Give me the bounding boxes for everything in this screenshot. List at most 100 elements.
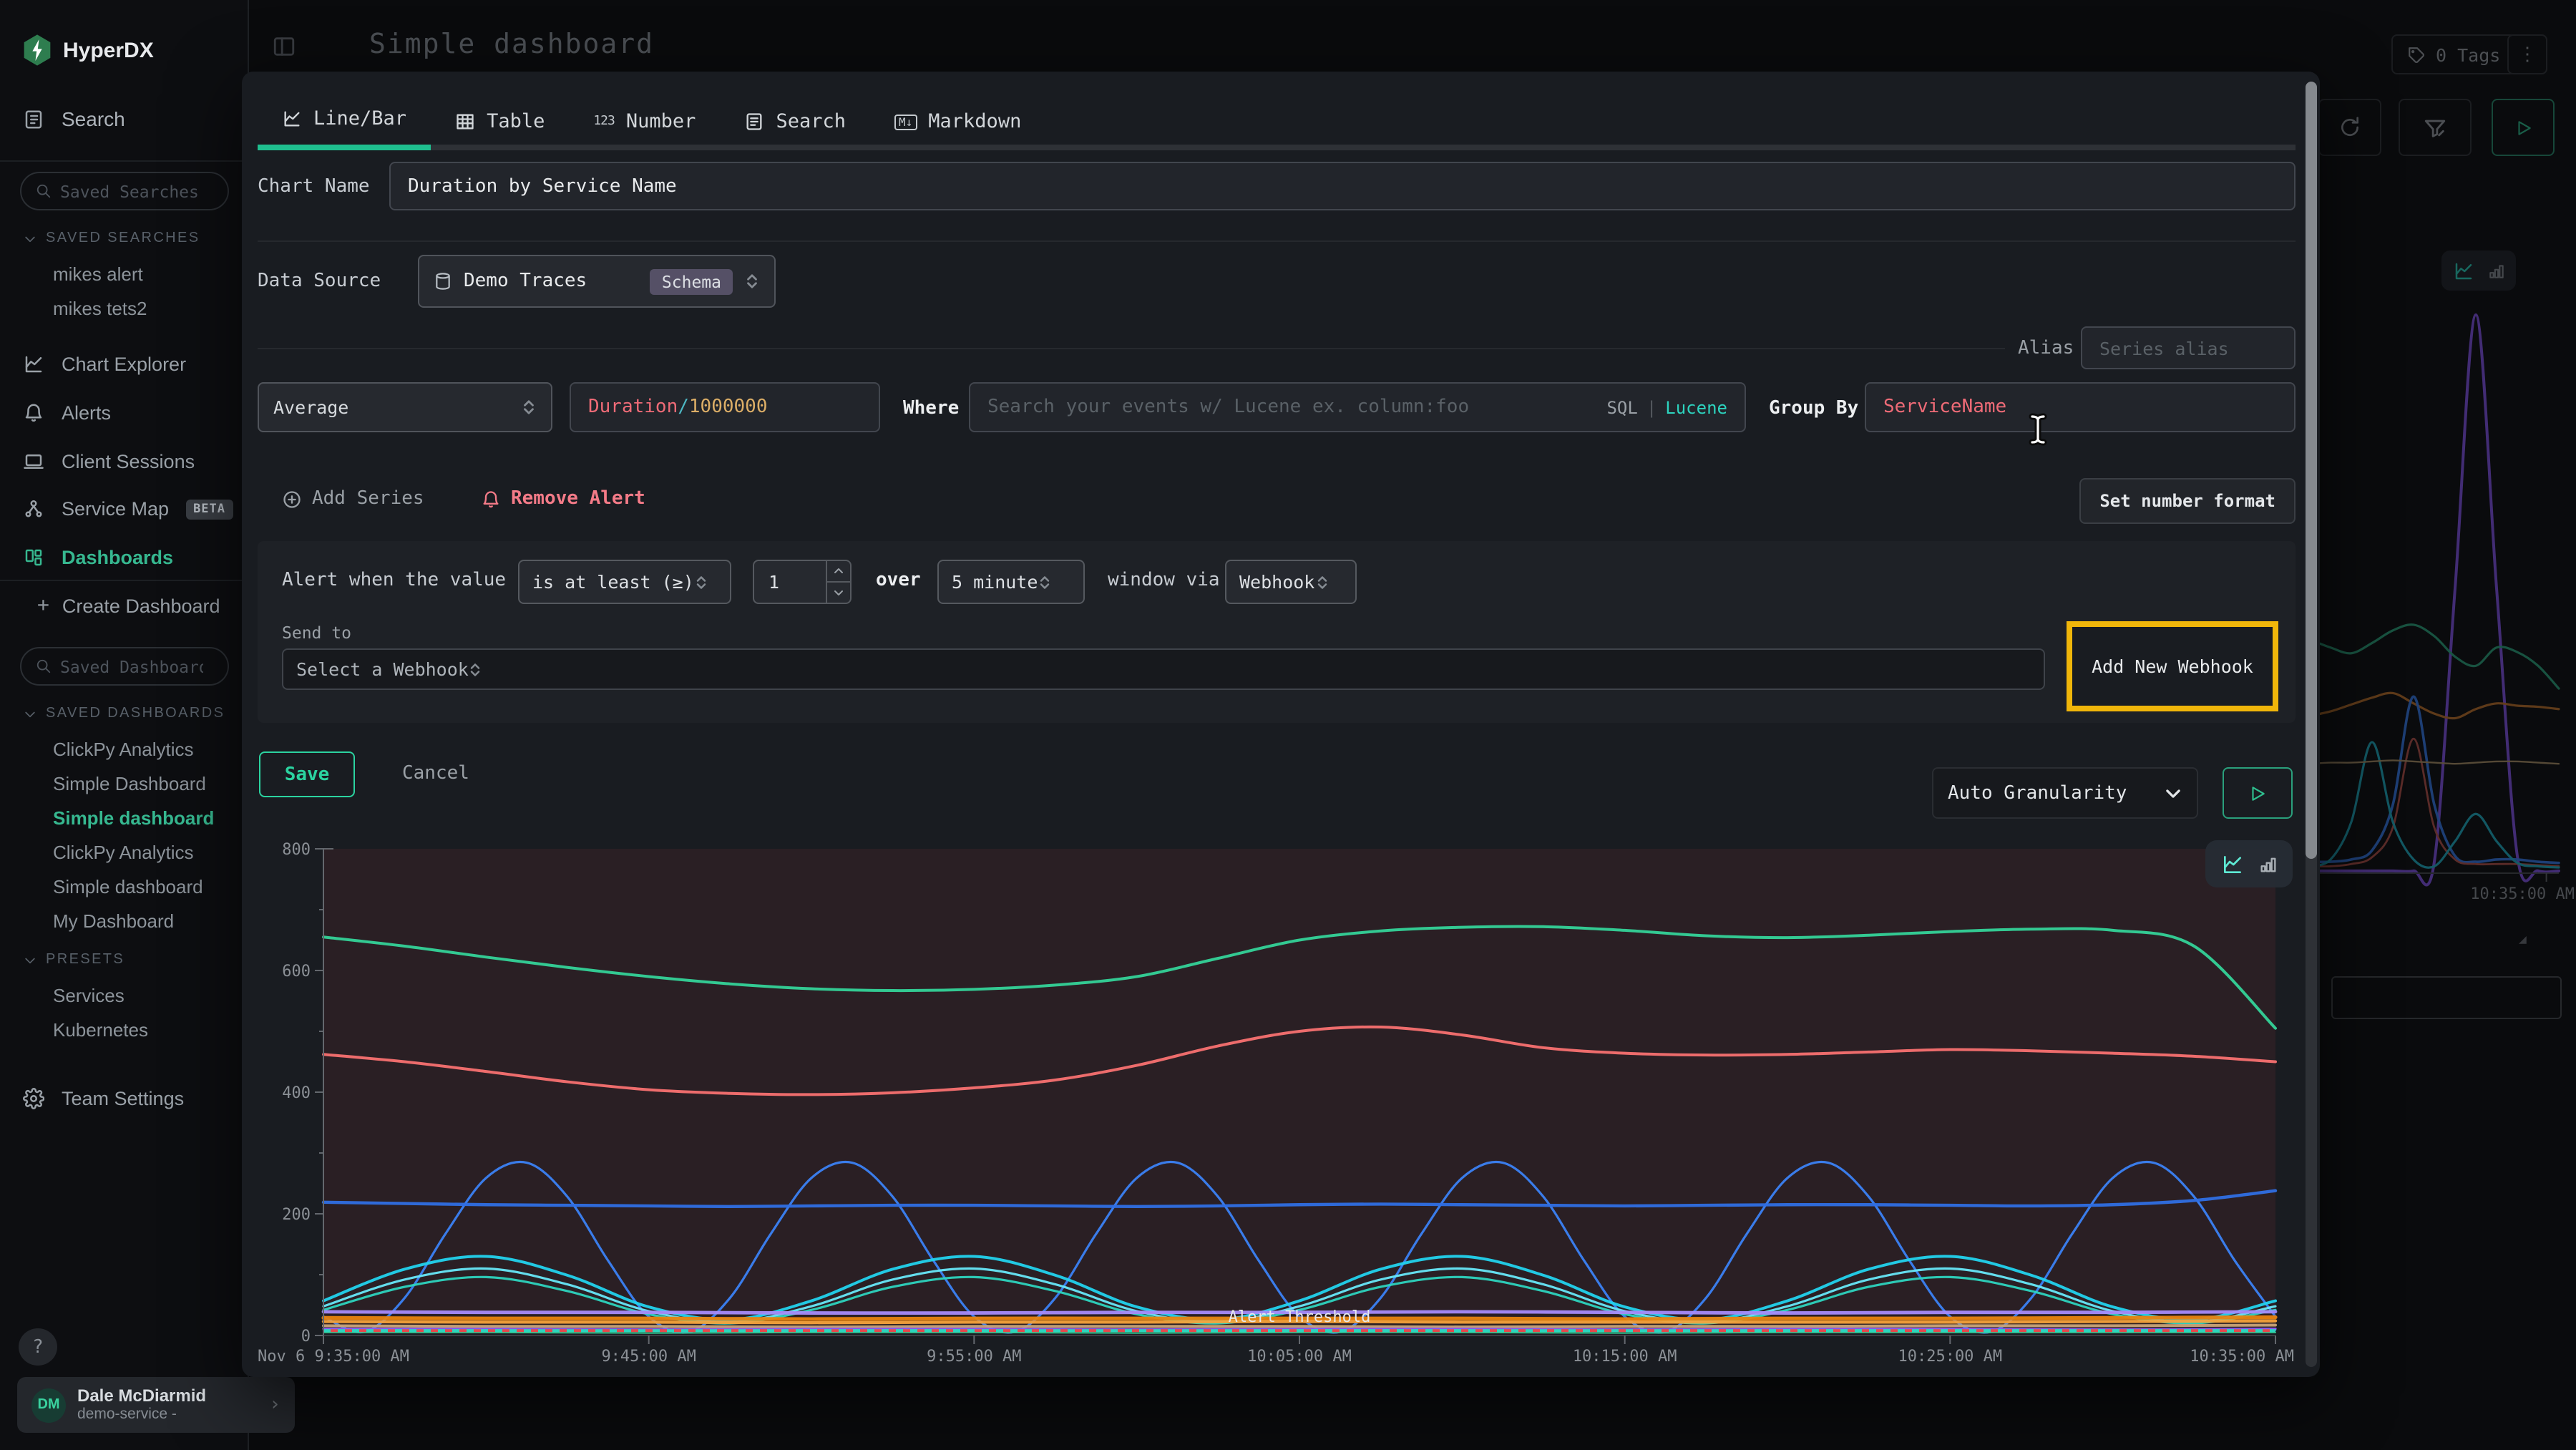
sql-mode-toggle[interactable]: SQL <box>1606 397 1637 417</box>
data-source-value: Demo Traces <box>464 271 639 292</box>
tab-markdown[interactable]: M↓ Markdown <box>870 93 1045 150</box>
dashboards-icon <box>23 547 44 568</box>
run-chart-button[interactable] <box>2223 767 2293 819</box>
dashboard-item[interactable]: ClickPy Analytics <box>53 842 194 863</box>
user-card[interactable]: DM Dale McDiarmid demo-service - › <box>17 1377 295 1433</box>
svg-text:9:45:00 AM: 9:45:00 AM <box>601 1348 696 1366</box>
chevron-right-icon: › <box>269 1394 280 1416</box>
webhook-select[interactable]: Select a Webhook <box>282 648 2045 690</box>
alert-threshold-value: 1 <box>754 561 826 603</box>
sidebar-item-search[interactable]: Search <box>0 107 249 130</box>
svg-text:0: 0 <box>301 1328 311 1346</box>
over-label: over <box>876 570 921 591</box>
send-to-label: Send to <box>282 623 351 643</box>
sidebar-item-dashboards[interactable]: Dashboards <box>0 547 249 568</box>
help-button[interactable]: ? <box>19 1328 57 1366</box>
webhook-placeholder: Select a Webhook <box>296 658 469 680</box>
create-dashboard-label: Create Dashboard <box>62 595 220 616</box>
chevron-down-icon <box>23 706 37 721</box>
sidebar-item-label: Chart Explorer <box>62 354 186 375</box>
number-123-icon: 123 <box>593 115 615 129</box>
divider <box>258 240 2296 242</box>
add-series-label: Add Series <box>312 488 424 510</box>
duration-by-service-chart[interactable]: Alert Threshold0200400600800Nov 6 9:35:0… <box>258 837 2296 1367</box>
create-dashboard-button[interactable]: + Create Dashboard <box>0 594 249 617</box>
group-by-input[interactable]: ServiceName <box>1865 382 2296 432</box>
modal-chart-type-toggle[interactable] <box>2205 840 2293 887</box>
data-source-select[interactable]: Demo Traces Schema <box>418 255 776 308</box>
modal-scrollbar-track[interactable] <box>2306 82 2317 1367</box>
sidebar-item-team-settings[interactable]: Team Settings <box>0 1088 249 1109</box>
sidebar: HyperDX Search SAVED SEARCHES mikes aler… <box>0 0 249 1450</box>
chart-type-tabs: Line/Bar Table 123 Number Search M↓ Mark… <box>258 93 2296 150</box>
alert-channel-select[interactable]: Webhook <box>1225 560 1357 604</box>
section-saved-dashboards[interactable]: SAVED DASHBOARDS <box>23 706 238 721</box>
tab-label: Markdown <box>928 110 1021 133</box>
section-label: PRESETS <box>46 952 125 968</box>
text-cursor-pointer <box>2028 412 2048 447</box>
saved-dashboards-search[interactable] <box>20 647 229 686</box>
chart-explorer-icon <box>23 354 44 375</box>
saved-searches-search[interactable] <box>20 172 229 210</box>
add-new-webhook-label: Add New Webhook <box>2092 656 2253 677</box>
tab-number[interactable]: 123 Number <box>569 93 720 150</box>
sidebar-item-label: Client Sessions <box>62 451 195 472</box>
brand[interactable]: HyperDX <box>23 34 154 66</box>
saved-search-item[interactable]: mikes tets2 <box>53 298 147 319</box>
alert-condition-select[interactable]: is at least (≥) <box>518 560 731 604</box>
laptop-icon <box>23 451 44 472</box>
where-label: Where <box>903 398 959 419</box>
service-map-icon <box>23 498 44 520</box>
preset-item[interactable]: Kubernetes <box>53 1019 148 1041</box>
tab-line-bar[interactable]: Line/Bar <box>258 93 431 150</box>
add-series-button[interactable]: Add Series <box>282 488 424 510</box>
chevron-up-down-icon <box>1038 575 1052 589</box>
aggregation-select[interactable]: Average <box>258 382 552 432</box>
field-expression-input[interactable]: Duration/1000000 <box>570 382 880 432</box>
granularity-select[interactable]: Auto Granularity <box>1932 767 2198 819</box>
modal-scrollbar-thumb[interactable] <box>2306 82 2317 859</box>
tab-table[interactable]: Table <box>431 93 569 150</box>
where-search-input[interactable]: Search your events w/ Lucene ex. column:… <box>969 382 1746 432</box>
sidebar-item-alerts[interactable]: Alerts <box>0 402 249 424</box>
dashboard-item[interactable]: Simple Dashboard <box>53 773 206 794</box>
stepper-up-button[interactable] <box>827 561 850 583</box>
window-via-label: window via <box>1108 570 1220 591</box>
dashboard-item[interactable]: Simple dashboard <box>53 876 203 897</box>
chevron-up-down-icon <box>744 273 760 289</box>
svg-text:400: 400 <box>282 1084 311 1102</box>
lucene-mode-toggle[interactable]: Lucene <box>1665 397 1727 417</box>
section-saved-searches[interactable]: SAVED SEARCHES <box>23 230 238 246</box>
dashboard-item[interactable]: My Dashboard <box>53 910 174 932</box>
remove-alert-button[interactable]: Remove Alert <box>481 488 645 510</box>
gear-icon <box>23 1088 44 1109</box>
bell-icon <box>23 402 44 424</box>
tab-search[interactable]: Search <box>720 93 870 150</box>
sidebar-item-service-map[interactable]: Service Map BETA <box>0 498 249 520</box>
set-number-format-button[interactable]: Set number format <box>2079 478 2296 524</box>
sidebar-item-label: Dashboards <box>62 547 173 568</box>
play-icon <box>2248 784 2267 802</box>
preset-item[interactable]: Services <box>53 985 125 1006</box>
line-chart-icon <box>282 109 302 129</box>
add-new-webhook-button[interactable]: Add New Webhook <box>2072 627 2273 706</box>
dashboard-item-active[interactable]: Simple dashboard <box>53 807 214 829</box>
dashboard-item[interactable]: ClickPy Analytics <box>53 739 194 760</box>
cancel-button[interactable]: Cancel <box>402 763 469 784</box>
bar-chart-icon <box>2258 854 2278 874</box>
sidebar-item-client-sessions[interactable]: Client Sessions <box>0 451 249 472</box>
series-alias-input[interactable] <box>2081 326 2296 369</box>
alert-window-select[interactable]: 5 minute <box>937 560 1085 604</box>
sidebar-item-chart-explorer[interactable]: Chart Explorer <box>0 354 249 375</box>
saved-dashboards-input[interactable] <box>60 656 203 676</box>
stepper-down-button[interactable] <box>827 583 850 603</box>
chevron-up-down-icon <box>1314 575 1329 589</box>
saved-searches-input[interactable] <box>60 181 203 201</box>
alert-threshold-number-input[interactable]: 1 <box>753 560 852 604</box>
save-button[interactable]: Save <box>259 751 355 797</box>
chevron-up-down-icon <box>694 575 708 589</box>
chart-name-input[interactable] <box>389 162 2296 210</box>
saved-search-item[interactable]: mikes alert <box>53 263 143 285</box>
section-presets[interactable]: PRESETS <box>23 952 238 968</box>
chevron-up-down-icon <box>521 399 537 415</box>
